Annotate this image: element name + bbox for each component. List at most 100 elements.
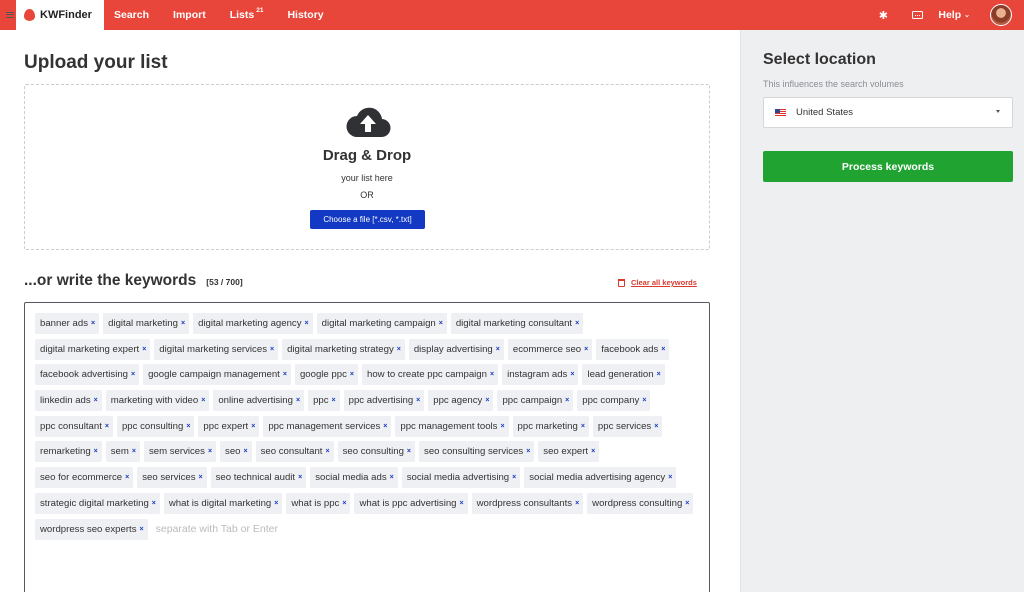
keyword-tag[interactable]: seo consulting services × xyxy=(419,441,535,463)
avatar[interactable] xyxy=(990,4,1012,26)
keyword-tag[interactable]: seo services × xyxy=(137,467,207,489)
remove-tag-icon[interactable]: × xyxy=(383,423,387,430)
remove-tag-icon[interactable]: × xyxy=(496,346,500,353)
keyword-tag[interactable]: remarketing × xyxy=(35,441,102,463)
keyword-tag[interactable]: what is digital marketing × xyxy=(163,492,283,514)
remove-tag-icon[interactable]: × xyxy=(251,423,255,430)
keyword-tag[interactable]: ecommerce seo × xyxy=(507,338,593,360)
nav-import[interactable]: Import xyxy=(173,9,206,21)
remove-tag-icon[interactable]: × xyxy=(490,371,494,378)
remove-tag-icon[interactable]: × xyxy=(526,448,530,455)
keyword-tag[interactable]: display advertising × xyxy=(408,338,504,360)
keyword-tag[interactable]: ppc management tools × xyxy=(395,415,509,437)
remove-tag-icon[interactable]: × xyxy=(500,423,504,430)
remove-tag-icon[interactable]: × xyxy=(581,423,585,430)
remove-tag-icon[interactable]: × xyxy=(654,423,658,430)
gear-icon[interactable]: ✱ xyxy=(872,0,894,30)
remove-tag-icon[interactable]: × xyxy=(685,500,689,507)
keyword-tag[interactable]: google ppc × xyxy=(294,364,358,386)
keyword-tag[interactable]: seo consultant × xyxy=(255,441,334,463)
keyword-tag[interactable]: sem services × xyxy=(143,441,217,463)
keyword-tag[interactable]: seo for ecommerce × xyxy=(35,467,134,489)
keyword-input[interactable] xyxy=(151,518,352,540)
remove-tag-icon[interactable]: × xyxy=(661,346,665,353)
remove-tag-icon[interactable]: × xyxy=(570,371,574,378)
keyword-tag[interactable]: facebook ads × xyxy=(596,338,670,360)
remove-tag-icon[interactable]: × xyxy=(657,371,661,378)
keyword-tag[interactable]: ppc consulting × xyxy=(116,415,195,437)
remove-tag-icon[interactable]: × xyxy=(439,320,443,327)
keyword-tag[interactable]: digital marketing services × xyxy=(154,338,279,360)
nav-history[interactable]: History xyxy=(287,9,323,21)
remove-tag-icon[interactable]: × xyxy=(325,448,329,455)
file-drop-zone[interactable]: Drag & Drop your list here OR Choose a f… xyxy=(24,84,710,250)
keyword-tag[interactable]: what is ppc × xyxy=(286,492,351,514)
remove-tag-icon[interactable]: × xyxy=(201,397,205,404)
keyboard-icon[interactable] xyxy=(906,0,928,30)
keyword-tag[interactable]: social media advertising × xyxy=(401,467,521,489)
keyword-tag[interactable]: wordpress consulting × xyxy=(587,492,694,514)
keyword-tag[interactable]: ppc advertising × xyxy=(343,390,425,412)
keyword-tag[interactable]: lead generation × xyxy=(582,364,665,386)
remove-tag-icon[interactable]: × xyxy=(125,474,129,481)
remove-tag-icon[interactable]: × xyxy=(181,320,185,327)
process-keywords-button[interactable]: Process keywords xyxy=(763,151,1013,182)
remove-tag-icon[interactable]: × xyxy=(142,346,146,353)
keyword-tag[interactable]: seo technical audit × xyxy=(210,467,307,489)
choose-file-button[interactable]: Choose a file [*.csv, *.txt] xyxy=(310,210,425,229)
keyword-tag[interactable]: digital marketing consultant × xyxy=(450,313,584,334)
keyword-tag[interactable]: seo × xyxy=(220,441,252,463)
remove-tag-icon[interactable]: × xyxy=(390,474,394,481)
keyword-tag[interactable]: sem × xyxy=(105,441,140,463)
remove-tag-icon[interactable]: × xyxy=(91,320,95,327)
remove-tag-icon[interactable]: × xyxy=(199,474,203,481)
nav-search[interactable]: Search xyxy=(114,9,149,21)
nav-lists[interactable]: Lists 21 xyxy=(230,7,264,21)
remove-tag-icon[interactable]: × xyxy=(668,474,672,481)
keyword-tag[interactable]: banner ads × xyxy=(35,313,100,334)
keyword-tag[interactable]: ppc management services × xyxy=(263,415,392,437)
remove-tag-icon[interactable]: × xyxy=(140,526,144,533)
remove-tag-icon[interactable]: × xyxy=(298,474,302,481)
keyword-tag[interactable]: digital marketing agency × xyxy=(193,313,313,334)
keyword-tag[interactable]: seo consulting × xyxy=(337,441,416,463)
remove-tag-icon[interactable]: × xyxy=(94,397,98,404)
location-select[interactable]: United States xyxy=(763,97,1013,128)
keyword-tag[interactable]: ppc agency × xyxy=(428,390,494,412)
remove-tag-icon[interactable]: × xyxy=(342,500,346,507)
remove-tag-icon[interactable]: × xyxy=(208,448,212,455)
clear-all-keywords-link[interactable]: Clear all keywords xyxy=(618,278,697,287)
keyword-tag[interactable]: seo expert × xyxy=(538,441,600,463)
remove-tag-icon[interactable]: × xyxy=(94,448,98,455)
remove-tag-icon[interactable]: × xyxy=(397,346,401,353)
keyword-tag[interactable]: linkedin ads × xyxy=(35,390,102,412)
keyword-tag[interactable]: ppc services × xyxy=(592,415,663,437)
keyword-tag[interactable]: wordpress consultants × xyxy=(471,492,584,514)
keyword-tag[interactable]: digital marketing expert × xyxy=(35,338,151,360)
keyword-tag[interactable]: ppc company × xyxy=(577,390,651,412)
remove-tag-icon[interactable]: × xyxy=(152,500,156,507)
keyword-tag[interactable]: ppc marketing × xyxy=(512,415,589,437)
remove-tag-icon[interactable]: × xyxy=(591,448,595,455)
remove-tag-icon[interactable]: × xyxy=(305,320,309,327)
keyword-tag[interactable]: what is ppc advertising × xyxy=(354,492,468,514)
keyword-tag[interactable]: how to create ppc campaign × xyxy=(361,364,499,386)
remove-tag-icon[interactable]: × xyxy=(131,371,135,378)
keyword-tag[interactable]: ppc × xyxy=(308,390,340,412)
remove-tag-icon[interactable]: × xyxy=(485,397,489,404)
keyword-tag[interactable]: facebook advertising × xyxy=(35,364,140,386)
keyword-tag[interactable]: digital marketing strategy × xyxy=(282,338,405,360)
remove-tag-icon[interactable]: × xyxy=(407,448,411,455)
remove-tag-icon[interactable]: × xyxy=(186,423,190,430)
remove-tag-icon[interactable]: × xyxy=(244,448,248,455)
remove-tag-icon[interactable]: × xyxy=(416,397,420,404)
keyword-tag[interactable]: strategic digital marketing × xyxy=(35,492,160,514)
remove-tag-icon[interactable]: × xyxy=(270,346,274,353)
remove-tag-icon[interactable]: × xyxy=(350,371,354,378)
help-menu[interactable]: Help ⌄ xyxy=(938,9,970,21)
remove-tag-icon[interactable]: × xyxy=(575,500,579,507)
keywords-input-box[interactable]: banner ads × digital marketing × digital mar… xyxy=(24,302,710,592)
keyword-tag[interactable]: digital marketing × xyxy=(103,313,190,334)
keyword-tag[interactable]: online advertising × xyxy=(213,390,305,412)
remove-tag-icon[interactable]: × xyxy=(296,397,300,404)
